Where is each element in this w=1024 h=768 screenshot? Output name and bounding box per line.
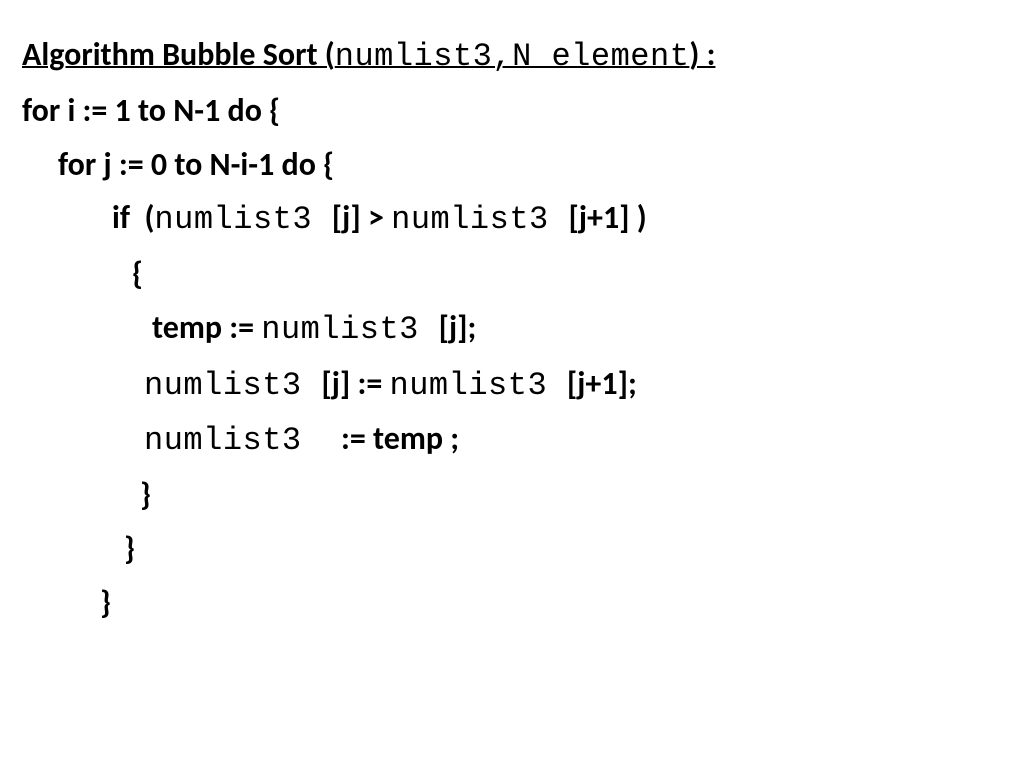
swap-rhs-idx: [j+1]; [567,364,637,403]
temp-rhs-idx: [j]; [439,308,477,347]
if-arr1: numlist3 [154,201,331,238]
assign-rhs: := temp ; [341,419,459,458]
swap-rhs-arr: numlist3 [390,367,567,404]
for-j-line: for j := 0 to N-i-1 do { [22,138,1002,192]
if-idx2: [j+1] ) [568,198,646,237]
title-bold-open: Algorithm Bubble Sort ( [22,35,335,74]
if-arr2: numlist3 [391,201,568,238]
if-line: if (numlist3 [j] > numlist3 [j+1] ) [22,191,1002,247]
swap-lhs-idx: [j] := [321,364,389,403]
title-params: numlist3,N element [335,38,690,75]
temp-lhs: temp := [152,308,261,347]
close-brace-1: } [22,468,1002,522]
title-bold-close: ) : [689,35,715,74]
temp-assign-line: temp := numlist3 [j]; [22,301,1002,357]
if-idx1: [j] > [332,198,391,237]
swap-line: numlist3 [j] := numlist3 [j+1]; [22,357,1002,413]
assign-temp-line: numlist3 := temp ; [22,412,1002,468]
temp-rhs-arr: numlist3 [261,311,438,348]
if-keyword: if ( [112,198,154,237]
open-brace-line: { [22,247,1002,301]
algo-title-line: Algorithm Bubble Sort (numlist3,N elemen… [22,28,1002,84]
close-brace-2: } [22,522,1002,576]
close-brace-3: } [22,576,1002,630]
assign-lhs: numlist3 [144,422,341,459]
for-i-line: for i := 1 to N-1 do { [22,84,1002,138]
swap-lhs-arr: numlist3 [144,367,321,404]
